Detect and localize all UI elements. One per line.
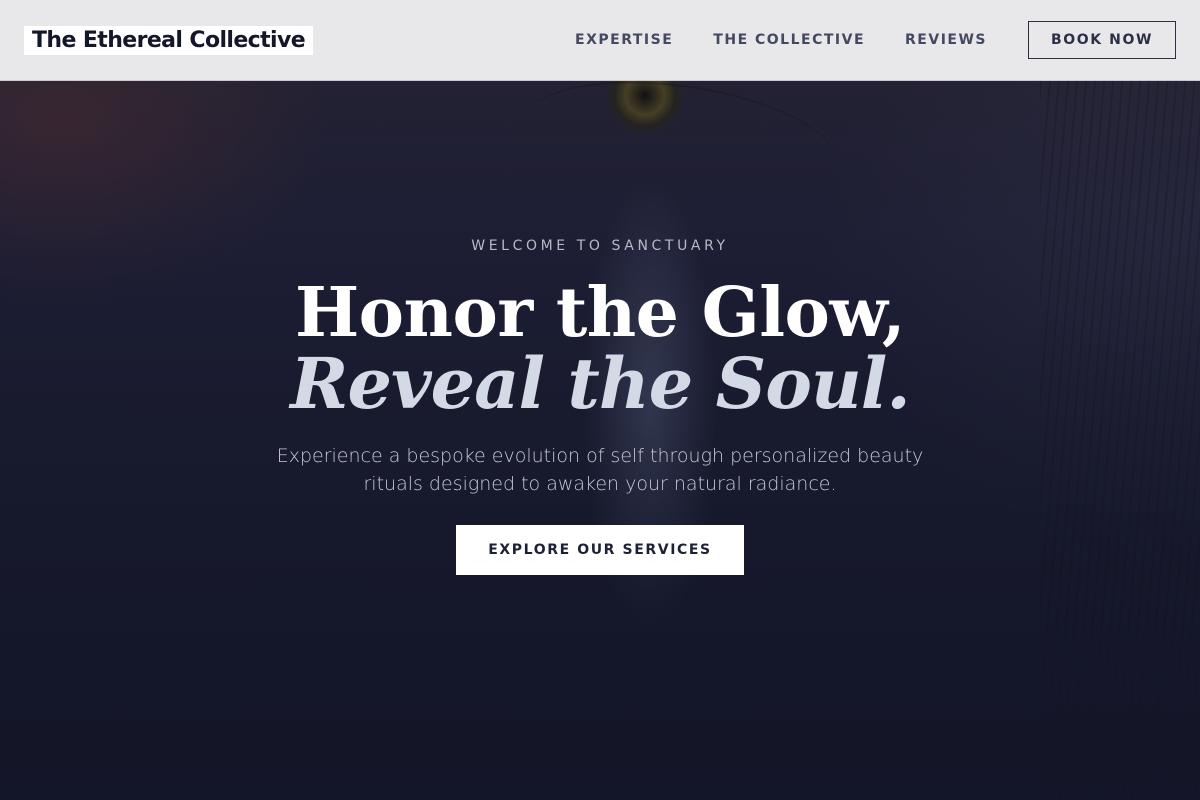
hero-subtext: Experience a bespoke evolution of self t…: [276, 445, 924, 495]
explore-services-button[interactable]: EXPLORE OUR SERVICES: [456, 525, 744, 575]
hero-headline-line2: Reveal the Soul.: [290, 342, 910, 425]
hero-eyebrow: WELCOME TO SANCTUARY: [471, 238, 729, 254]
hero-section: WELCOME TO SANCTUARY Honor the Glow, Rev…: [0, 0, 1200, 800]
